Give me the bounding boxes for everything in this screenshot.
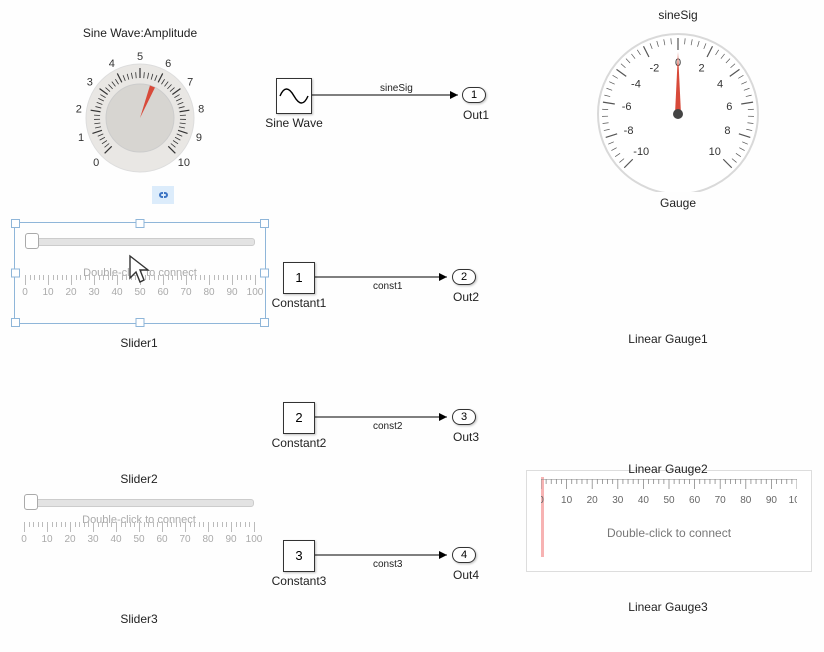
gauge-title: sineSig: [588, 8, 768, 22]
outport-3[interactable]: 3: [452, 409, 476, 425]
svg-text:4: 4: [109, 58, 115, 70]
svg-text:50: 50: [663, 495, 675, 506]
constant2-label: Constant2: [262, 436, 336, 450]
svg-text:4: 4: [717, 78, 723, 90]
slider2-label: Slider2: [14, 472, 264, 486]
svg-text:90: 90: [766, 495, 778, 506]
gauge-caption: Gauge: [588, 196, 768, 210]
sine-wave-block[interactable]: [276, 78, 312, 114]
wire-const1: const1: [313, 262, 459, 292]
svg-text:const2: const2: [373, 421, 403, 432]
svg-text:70: 70: [715, 495, 727, 506]
svg-text:-8: -8: [624, 125, 634, 137]
svg-text:-6: -6: [622, 101, 632, 113]
slider3-label: Slider3: [14, 612, 264, 626]
slider1-label: Slider1: [14, 336, 264, 350]
linear-gauge1[interactable]: 0 10 20 30 40 50 60 70 80 90 100 Double-click to c…: [526, 470, 812, 572]
sine-wave-label: Sine Wave: [258, 116, 330, 130]
outport-1-label: Out1: [452, 108, 500, 122]
svg-text:sineSig: sineSig: [380, 83, 413, 94]
outport-2-label: Out2: [442, 290, 490, 304]
svg-text:10: 10: [178, 157, 190, 169]
constant1-block[interactable]: 1: [283, 262, 315, 294]
outport-4[interactable]: 4: [452, 547, 476, 563]
svg-text:6: 6: [726, 101, 732, 113]
knob-control[interactable]: 0 1 2 3 4 5 6 7 8 9 10: [56, 36, 224, 186]
svg-text:2: 2: [76, 103, 82, 115]
svg-text:0: 0: [93, 157, 99, 169]
constant3-label: Constant3: [262, 574, 336, 588]
svg-text:10: 10: [709, 146, 721, 158]
linear-gauge3-label: Linear Gauge3: [526, 600, 810, 614]
constant1-label: Constant1: [262, 296, 336, 310]
svg-text:8: 8: [724, 125, 730, 137]
wire-const2: const2: [313, 402, 459, 432]
slider1[interactable]: Double-click to connect 0102030405060708…: [14, 222, 266, 324]
svg-text:20: 20: [587, 495, 599, 506]
svg-text:10: 10: [561, 495, 573, 506]
wire-const3: const3: [313, 540, 459, 570]
svg-text:30: 30: [612, 495, 624, 506]
svg-text:7: 7: [187, 77, 193, 89]
svg-text:3: 3: [87, 77, 93, 89]
svg-text:100: 100: [789, 495, 797, 506]
outport-3-label: Out3: [442, 430, 490, 444]
outport-4-label: Out4: [442, 568, 490, 582]
svg-text:40: 40: [638, 495, 650, 506]
svg-text:const1: const1: [373, 281, 403, 292]
svg-text:9: 9: [196, 132, 202, 144]
svg-text:5: 5: [137, 51, 143, 63]
svg-text:2: 2: [699, 63, 705, 75]
outport-1[interactable]: 1: [462, 87, 486, 103]
slider2[interactable]: Double-click to connect 0102030405060708…: [14, 484, 264, 554]
svg-text:-4: -4: [631, 78, 641, 90]
svg-text:8: 8: [198, 103, 204, 115]
linear-gauge2-label: Linear Gauge2: [526, 462, 810, 476]
svg-text:-2: -2: [650, 63, 660, 75]
svg-text:-10: -10: [633, 146, 649, 158]
svg-text:80: 80: [740, 495, 752, 506]
constant2-block[interactable]: 2: [283, 402, 315, 434]
constant3-block[interactable]: 3: [283, 540, 315, 572]
gauge[interactable]: -10-8-6-4-20246810: [580, 22, 776, 192]
svg-text:const3: const3: [373, 559, 403, 570]
linear-gauge1-msg: Double-click to connect: [527, 526, 811, 540]
svg-text:0: 0: [541, 495, 544, 506]
svg-text:60: 60: [689, 495, 701, 506]
svg-text:6: 6: [165, 58, 171, 70]
linear-gauge1-label: Linear Gauge1: [526, 332, 810, 346]
outport-2[interactable]: 2: [452, 269, 476, 285]
wire-sine: sineSig: [310, 80, 470, 110]
svg-text:1: 1: [78, 132, 84, 144]
link-icon[interactable]: [152, 186, 174, 204]
